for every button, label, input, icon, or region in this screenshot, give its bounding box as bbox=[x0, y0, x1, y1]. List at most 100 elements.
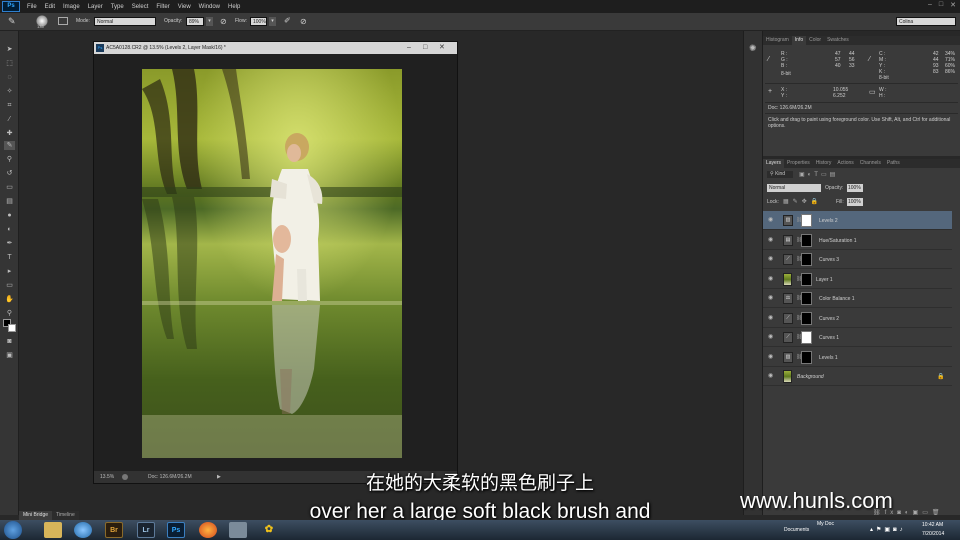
doc-minimize-icon[interactable]: – bbox=[407, 42, 411, 54]
brush-tool-icon[interactable]: ✎ bbox=[8, 16, 16, 27]
layer-mask-thumbnail[interactable] bbox=[801, 253, 812, 266]
menu-help[interactable]: Help bbox=[224, 4, 244, 10]
doc-restore-icon[interactable]: □ bbox=[423, 42, 427, 54]
hand-tool-icon[interactable]: ✋ bbox=[4, 295, 15, 304]
layers-opacity-input[interactable]: 100% bbox=[847, 184, 863, 192]
layer-name[interactable]: Curves 2 bbox=[819, 316, 839, 322]
curves-adjustment-icon[interactable]: ⟋ bbox=[783, 332, 793, 343]
layer-mask-thumbnail[interactable] bbox=[801, 272, 812, 286]
lasso-tool-icon[interactable]: ◌ bbox=[4, 73, 15, 82]
tab-actions[interactable]: Actions bbox=[834, 159, 856, 168]
firefox-icon[interactable] bbox=[199, 522, 217, 538]
layer-mask-thumbnail[interactable] bbox=[801, 233, 812, 247]
layer-mask-thumbnail[interactable] bbox=[801, 292, 812, 305]
clock-time[interactable]: 10:42 AM bbox=[922, 522, 943, 528]
panel-expand-icon[interactable]: ✺ bbox=[749, 43, 757, 54]
start-button-icon[interactable] bbox=[4, 521, 22, 539]
visibility-eye-icon[interactable]: ◉ bbox=[768, 256, 775, 263]
layer-thumbnail[interactable] bbox=[783, 272, 792, 286]
dodge-tool-icon[interactable]: ◐ bbox=[4, 225, 15, 234]
layer-mask-thumbnail[interactable] bbox=[801, 331, 812, 344]
layer-row[interactable]: ◉ ⟋ ⛓ Curves 2 bbox=[763, 309, 952, 328]
eyedropper-tool-icon[interactable]: ⁄ bbox=[4, 115, 15, 124]
curves-adjustment-icon[interactable]: ⟋ bbox=[783, 254, 793, 265]
tray-mydoc[interactable]: My Doc bbox=[817, 521, 834, 527]
workspace-select[interactable]: Colina bbox=[896, 17, 956, 26]
tab-histogram[interactable]: Histogram bbox=[763, 36, 792, 45]
layer-row[interactable]: ◉ ▥ ⛓ Levels 1 bbox=[763, 348, 952, 367]
menu-type[interactable]: Type bbox=[107, 4, 128, 10]
layer-mask-thumbnail[interactable] bbox=[801, 311, 812, 325]
clone-stamp-tool-icon[interactable]: ⚲ bbox=[4, 155, 15, 164]
huesat-adjustment-icon[interactable]: ▤ bbox=[783, 234, 793, 246]
layer-name[interactable]: Layer 1 bbox=[816, 277, 833, 283]
eraser-tool-icon[interactable]: ▭ bbox=[4, 183, 15, 192]
lightroom-icon[interactable]: Lr bbox=[137, 522, 155, 538]
layer-name[interactable]: Curves 3 bbox=[819, 257, 839, 263]
background-color-swatch[interactable] bbox=[8, 324, 16, 332]
menu-view[interactable]: View bbox=[174, 4, 195, 10]
tab-history[interactable]: History bbox=[813, 159, 835, 168]
shape-tool-icon[interactable]: ▭ bbox=[4, 281, 15, 290]
menu-layer[interactable]: Layer bbox=[84, 4, 107, 10]
healing-tool-icon[interactable]: ✚ bbox=[4, 129, 15, 138]
menu-filter[interactable]: Filter bbox=[152, 4, 173, 10]
visibility-eye-icon[interactable]: ◉ bbox=[768, 315, 775, 322]
menu-image[interactable]: Image bbox=[59, 4, 84, 10]
tab-swatches[interactable]: Swatches bbox=[824, 36, 852, 45]
ie-icon[interactable] bbox=[74, 522, 92, 538]
visibility-eye-icon[interactable]: ◉ bbox=[768, 334, 775, 341]
close-icon[interactable]: ✕ bbox=[950, 1, 956, 9]
layer-row[interactable]: ◉ ⟋ ⛓ Curves 1 bbox=[763, 328, 952, 347]
tab-layers[interactable]: Layers bbox=[763, 159, 785, 168]
levels-adjustment-icon[interactable]: ▥ bbox=[783, 215, 793, 226]
visibility-eye-icon[interactable]: ◉ bbox=[768, 373, 775, 380]
layer-name[interactable]: Color Balance 1 bbox=[819, 296, 855, 302]
pressure-size-icon[interactable]: ⊘ bbox=[300, 17, 307, 26]
layer-name[interactable]: Levels 1 bbox=[819, 355, 838, 361]
layer-thumbnail[interactable] bbox=[783, 370, 792, 383]
layer-filter-kind[interactable]: ⚲ Kind bbox=[767, 171, 793, 178]
visibility-eye-icon[interactable]: ◉ bbox=[768, 276, 775, 283]
document-title-bar[interactable]: Ps AC5A0128.CR2 @ 13.5% (Levels 2, Layer… bbox=[94, 42, 457, 54]
visibility-eye-icon[interactable]: ◉ bbox=[768, 295, 775, 302]
layer-mask-thumbnail[interactable] bbox=[801, 214, 812, 227]
bridge-icon[interactable]: Br bbox=[105, 522, 123, 538]
pen-tool-icon[interactable]: ✒ bbox=[4, 239, 15, 248]
blur-tool-icon[interactable]: ● bbox=[4, 211, 15, 220]
zoom-tool-icon[interactable]: ⚲ bbox=[4, 309, 15, 318]
layer-name[interactable]: Hue/Saturation 1 bbox=[819, 238, 857, 244]
gradient-tool-icon[interactable]: ▤ bbox=[4, 197, 15, 206]
explorer-icon[interactable] bbox=[44, 522, 62, 538]
pressure-opacity-icon[interactable]: ⊘ bbox=[220, 17, 227, 26]
tab-channels[interactable]: Channels bbox=[857, 159, 884, 168]
screen-mode-icon[interactable]: ▣ bbox=[4, 351, 15, 360]
quick-select-tool-icon[interactable]: ✧ bbox=[4, 87, 15, 96]
tab-paths[interactable]: Paths bbox=[884, 159, 903, 168]
curves-adjustment-icon[interactable]: ⟋ bbox=[783, 312, 793, 324]
tray-documents[interactable]: Documents bbox=[784, 527, 809, 533]
menu-select[interactable]: Select bbox=[128, 4, 153, 10]
lock-icons[interactable]: ▦✎✥🔒 bbox=[783, 198, 822, 205]
menu-edit[interactable]: Edit bbox=[41, 4, 59, 10]
maximize-icon[interactable]: □ bbox=[939, 1, 943, 9]
opacity-input[interactable]: 89% bbox=[186, 17, 204, 26]
brush-tool-active-icon[interactable]: ✎ bbox=[4, 141, 15, 150]
layer-row[interactable]: ◉ ⚖ ⛓ Color Balance 1 bbox=[763, 289, 952, 308]
visibility-eye-icon[interactable]: ◉ bbox=[768, 217, 775, 224]
type-tool-icon[interactable]: T bbox=[4, 253, 15, 262]
quick-mask-icon[interactable]: ◙ bbox=[4, 337, 15, 346]
layer-name[interactable]: Levels 2 bbox=[819, 218, 838, 224]
menu-window[interactable]: Window bbox=[195, 4, 224, 10]
flow-dropdown-icon[interactable]: ▾ bbox=[269, 17, 276, 26]
visibility-eye-icon[interactable]: ◉ bbox=[768, 354, 775, 361]
layer-name[interactable]: Background bbox=[797, 374, 824, 380]
layer-row[interactable]: ◉ ⛓ Layer 1 bbox=[763, 270, 952, 289]
app-window-icon[interactable] bbox=[229, 522, 247, 538]
layer-mask-thumbnail[interactable] bbox=[801, 350, 812, 364]
layer-row[interactable]: ◉ ⟋ ⛓ Curves 3 bbox=[763, 250, 952, 269]
fill-input[interactable]: 100% bbox=[847, 198, 863, 206]
flow-input[interactable]: 100% bbox=[250, 17, 267, 26]
tab-info[interactable]: Info bbox=[791, 36, 807, 45]
colorbal-adjustment-icon[interactable]: ⚖ bbox=[783, 293, 793, 304]
